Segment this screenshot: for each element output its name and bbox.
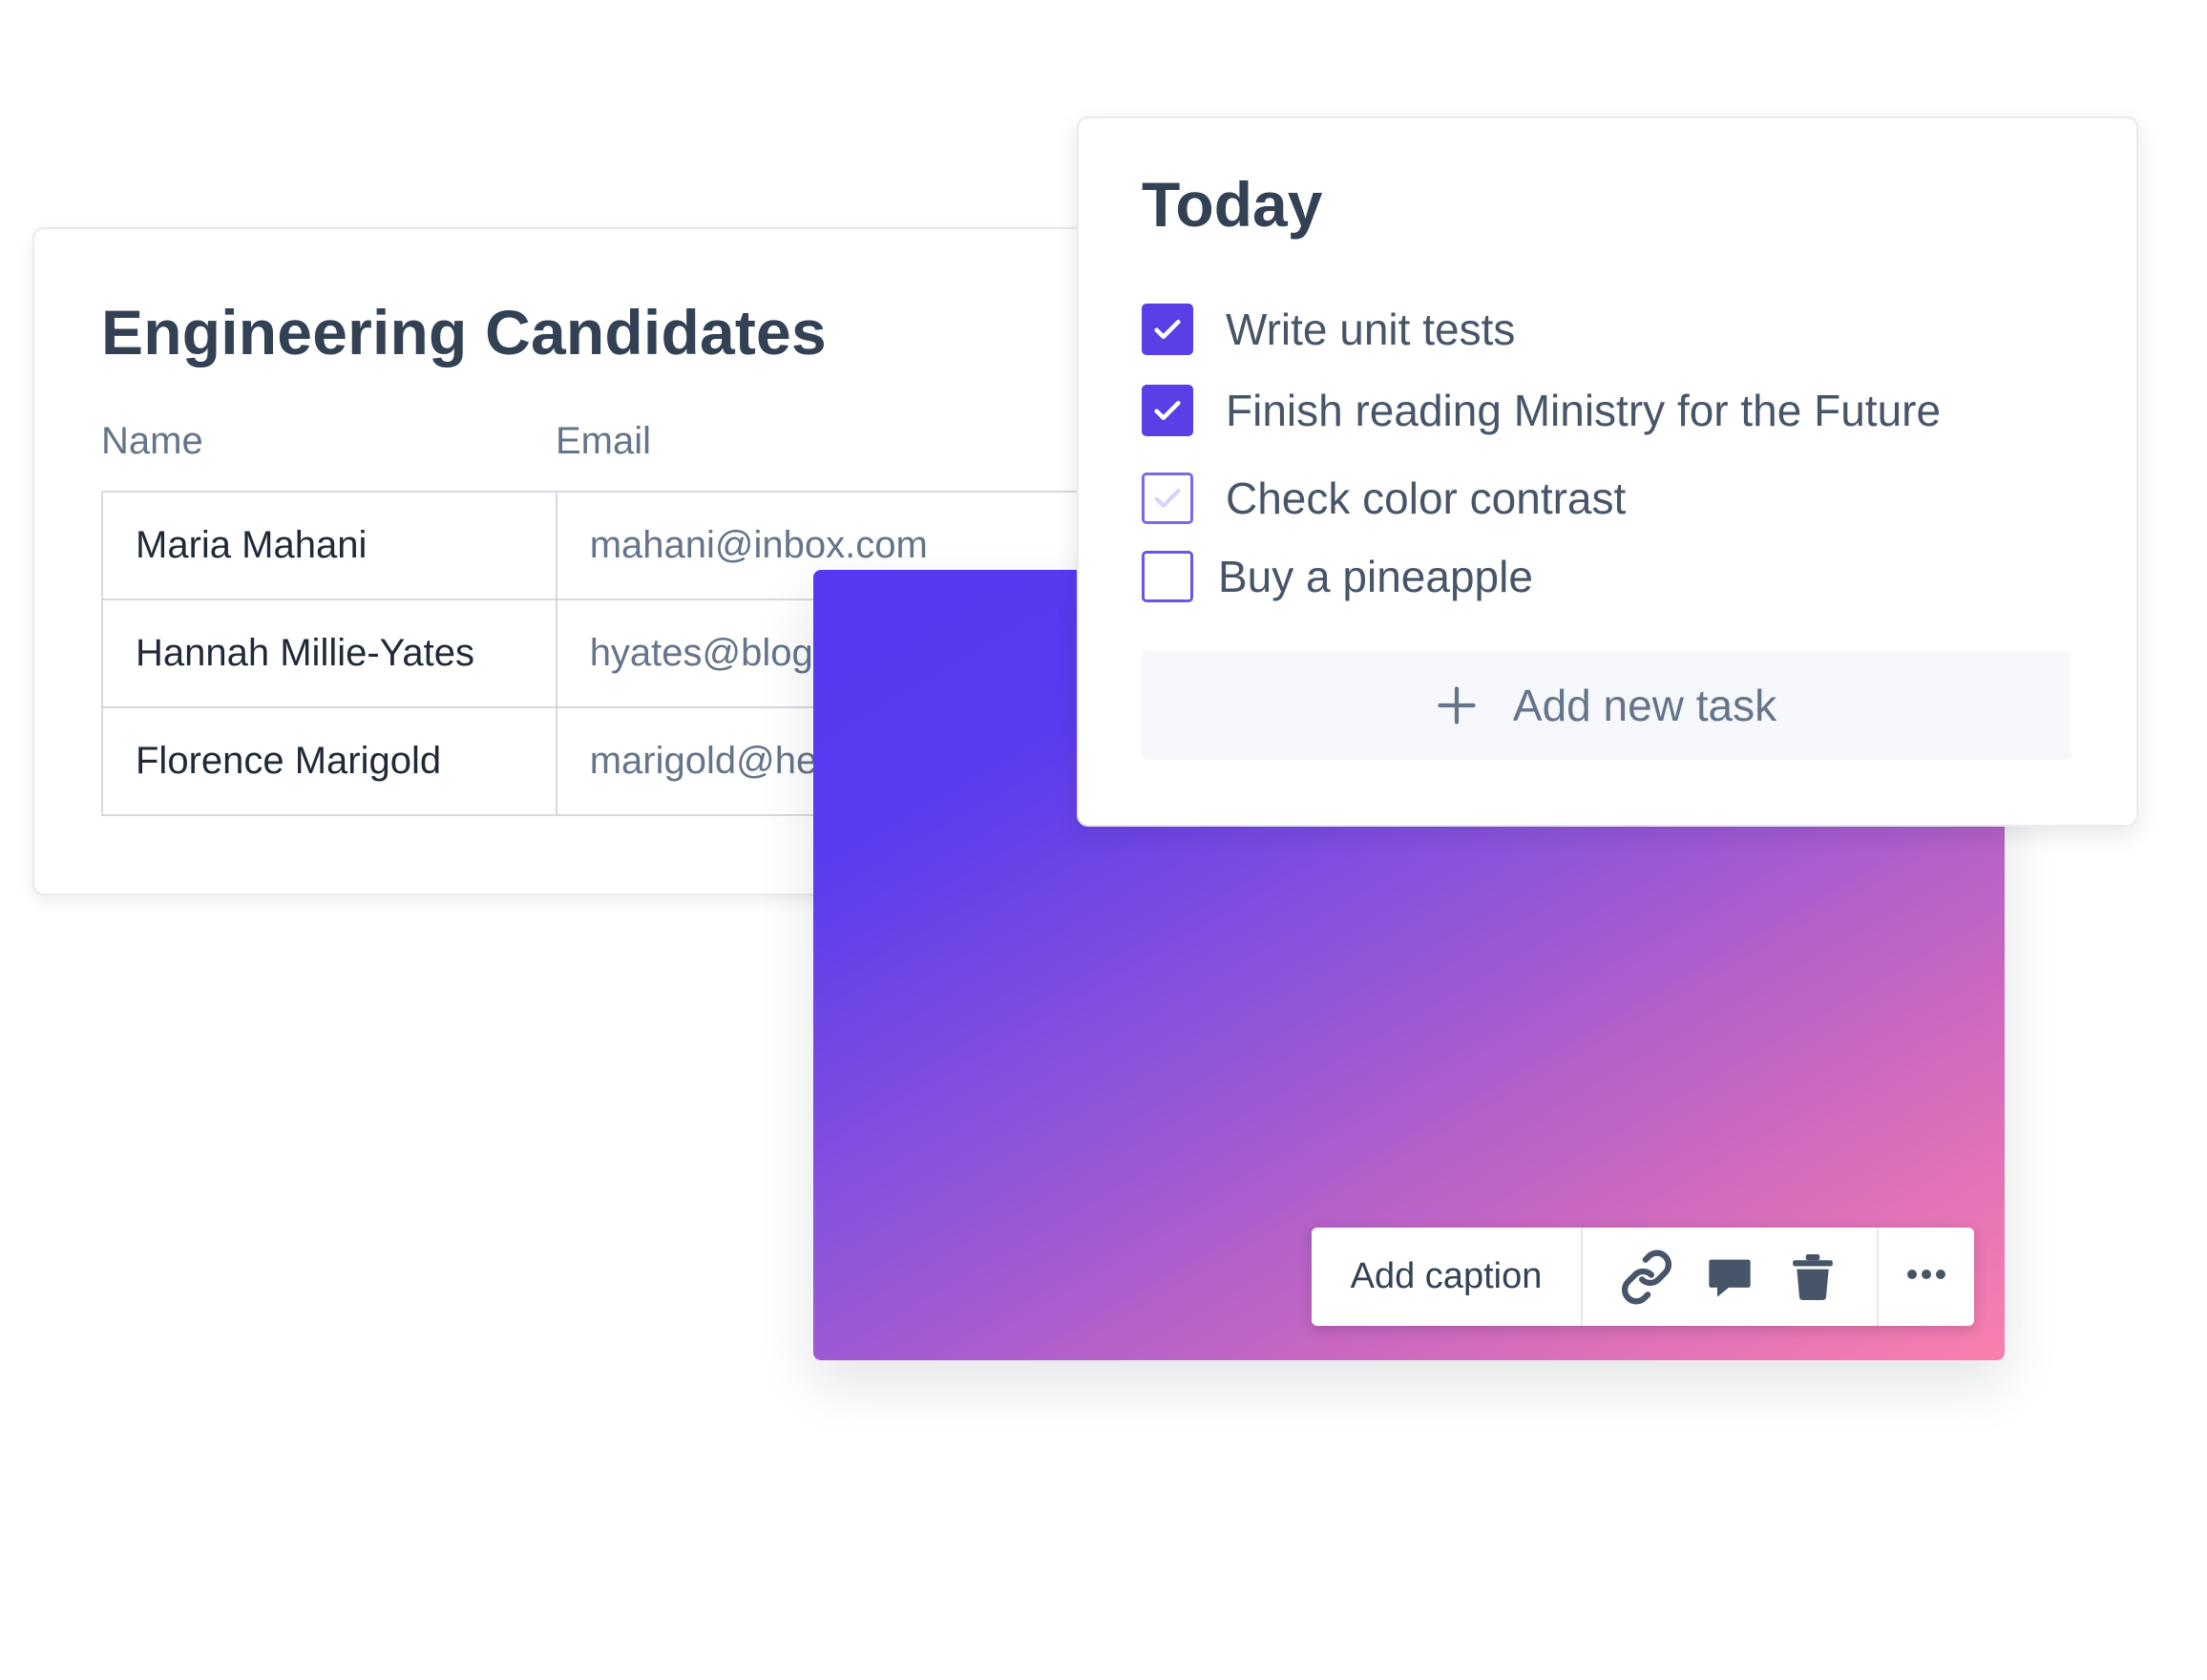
task-checkbox[interactable] [1142, 304, 1193, 355]
candidate-name-cell[interactable]: Florence Marigold [101, 706, 557, 816]
link-button[interactable] [1616, 1247, 1677, 1308]
trash-icon [1791, 1253, 1835, 1301]
link-icon [1619, 1250, 1674, 1305]
comment-icon [1705, 1252, 1755, 1302]
task-item[interactable]: Buy a pineapple [1142, 551, 1533, 602]
task-item[interactable]: Check color contrast [1142, 472, 1626, 524]
image-toolbar-icons [1583, 1228, 1879, 1326]
column-header-email[interactable]: Email [556, 420, 651, 463]
task-label: Finish reading Ministry for the Future [1226, 386, 1942, 435]
candidates-title: Engineering Candidates [101, 297, 827, 368]
task-checkbox[interactable] [1142, 385, 1193, 436]
today-title: Today [1142, 169, 1323, 240]
add-task-button[interactable]: Add new task [1142, 651, 2071, 760]
task-item[interactable]: Finish reading Ministry for the Future [1142, 385, 1941, 436]
checkmark-icon [1154, 400, 1181, 421]
checkmark-icon [1154, 319, 1181, 340]
checkmark-icon [1154, 489, 1181, 508]
add-caption-button[interactable]: Add caption [1312, 1228, 1583, 1326]
candidate-name-cell[interactable]: Hannah Millie-Yates [101, 598, 557, 708]
task-item[interactable]: Write unit tests [1142, 304, 1515, 355]
more-icon [1905, 1268, 1947, 1286]
task-label: Check color contrast [1226, 473, 1627, 523]
plus-icon [1437, 685, 1477, 725]
task-checkbox[interactable] [1142, 551, 1193, 602]
column-header-name[interactable]: Name [101, 420, 203, 463]
image-toolbar: Add caption [1312, 1228, 1974, 1326]
task-checkbox[interactable] [1142, 472, 1193, 524]
candidate-name-cell[interactable]: Maria Mahani [101, 491, 557, 600]
today-card: Today Write unit tests Finish reading Mi… [1077, 116, 2138, 827]
more-options-button[interactable] [1879, 1228, 1974, 1326]
add-task-label: Add new task [1512, 681, 1777, 730]
task-label: Buy a pineapple [1218, 552, 1533, 601]
task-label: Write unit tests [1226, 304, 1516, 354]
comment-button[interactable] [1699, 1247, 1760, 1308]
delete-button[interactable] [1782, 1247, 1843, 1308]
